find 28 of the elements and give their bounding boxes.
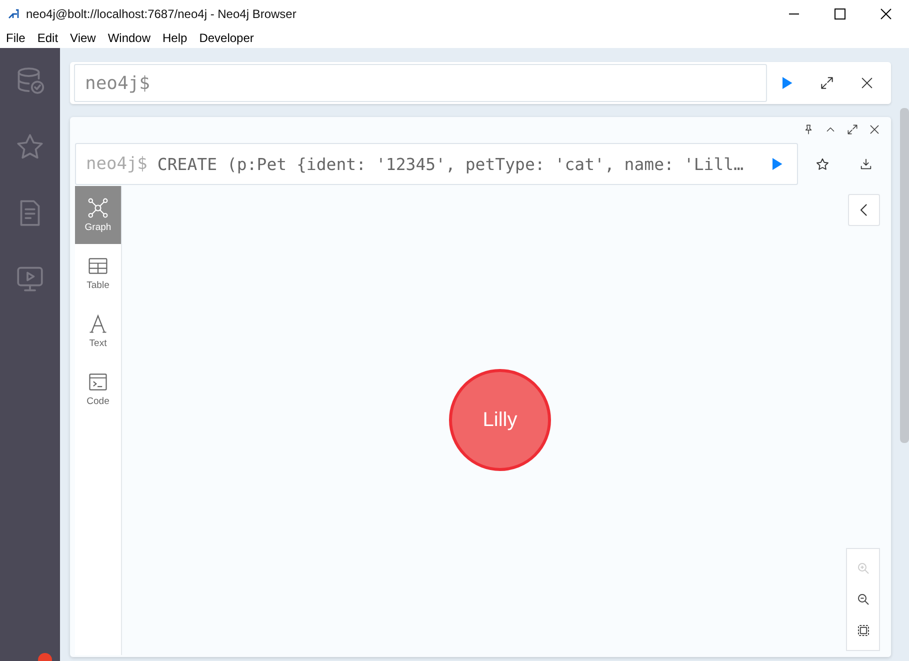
zoom-in-icon [856, 561, 870, 576]
prompt: neo4j$ [86, 154, 148, 174]
menu-item[interactable]: Window [102, 31, 157, 45]
app-icon [8, 8, 20, 20]
fit-icon [856, 623, 870, 638]
close-icon[interactable] [859, 75, 875, 91]
menu-item[interactable]: View [64, 31, 102, 45]
window-title: neo4j@bolt://localhost:7687/neo4j - Neo4j Browser [26, 7, 296, 21]
expand-icon[interactable] [819, 75, 835, 91]
query-text: CREATE (p:Pet {ident: '12345', petType: 'cat', name: 'Lill… [157, 154, 745, 174]
menu-item[interactable]: File [0, 31, 32, 45]
menu-item[interactable]: Edit [31, 31, 64, 45]
monitor-play-icon[interactable] [15, 264, 45, 294]
query-input[interactable]: neo4j$ [74, 64, 767, 102]
database-icon[interactable] [15, 66, 45, 96]
text-icon [87, 313, 109, 335]
scrollbar-thumb[interactable] [900, 108, 909, 443]
graph-icon [87, 197, 109, 219]
menu-item[interactable]: Help [156, 31, 194, 45]
query-field[interactable]: neo4j$ CREATE (p:Pet {ident: '12345', petType: 'cat', name: 'Lill… [75, 143, 798, 185]
expand-icon[interactable] [846, 123, 859, 136]
menu-item[interactable]: Developer [193, 31, 260, 45]
table-icon [87, 255, 109, 277]
download-icon[interactable] [859, 157, 873, 171]
close-icon[interactable] [868, 123, 881, 136]
star-icon[interactable] [814, 156, 830, 172]
zoom-out-icon [856, 592, 870, 607]
code-icon [87, 371, 109, 393]
